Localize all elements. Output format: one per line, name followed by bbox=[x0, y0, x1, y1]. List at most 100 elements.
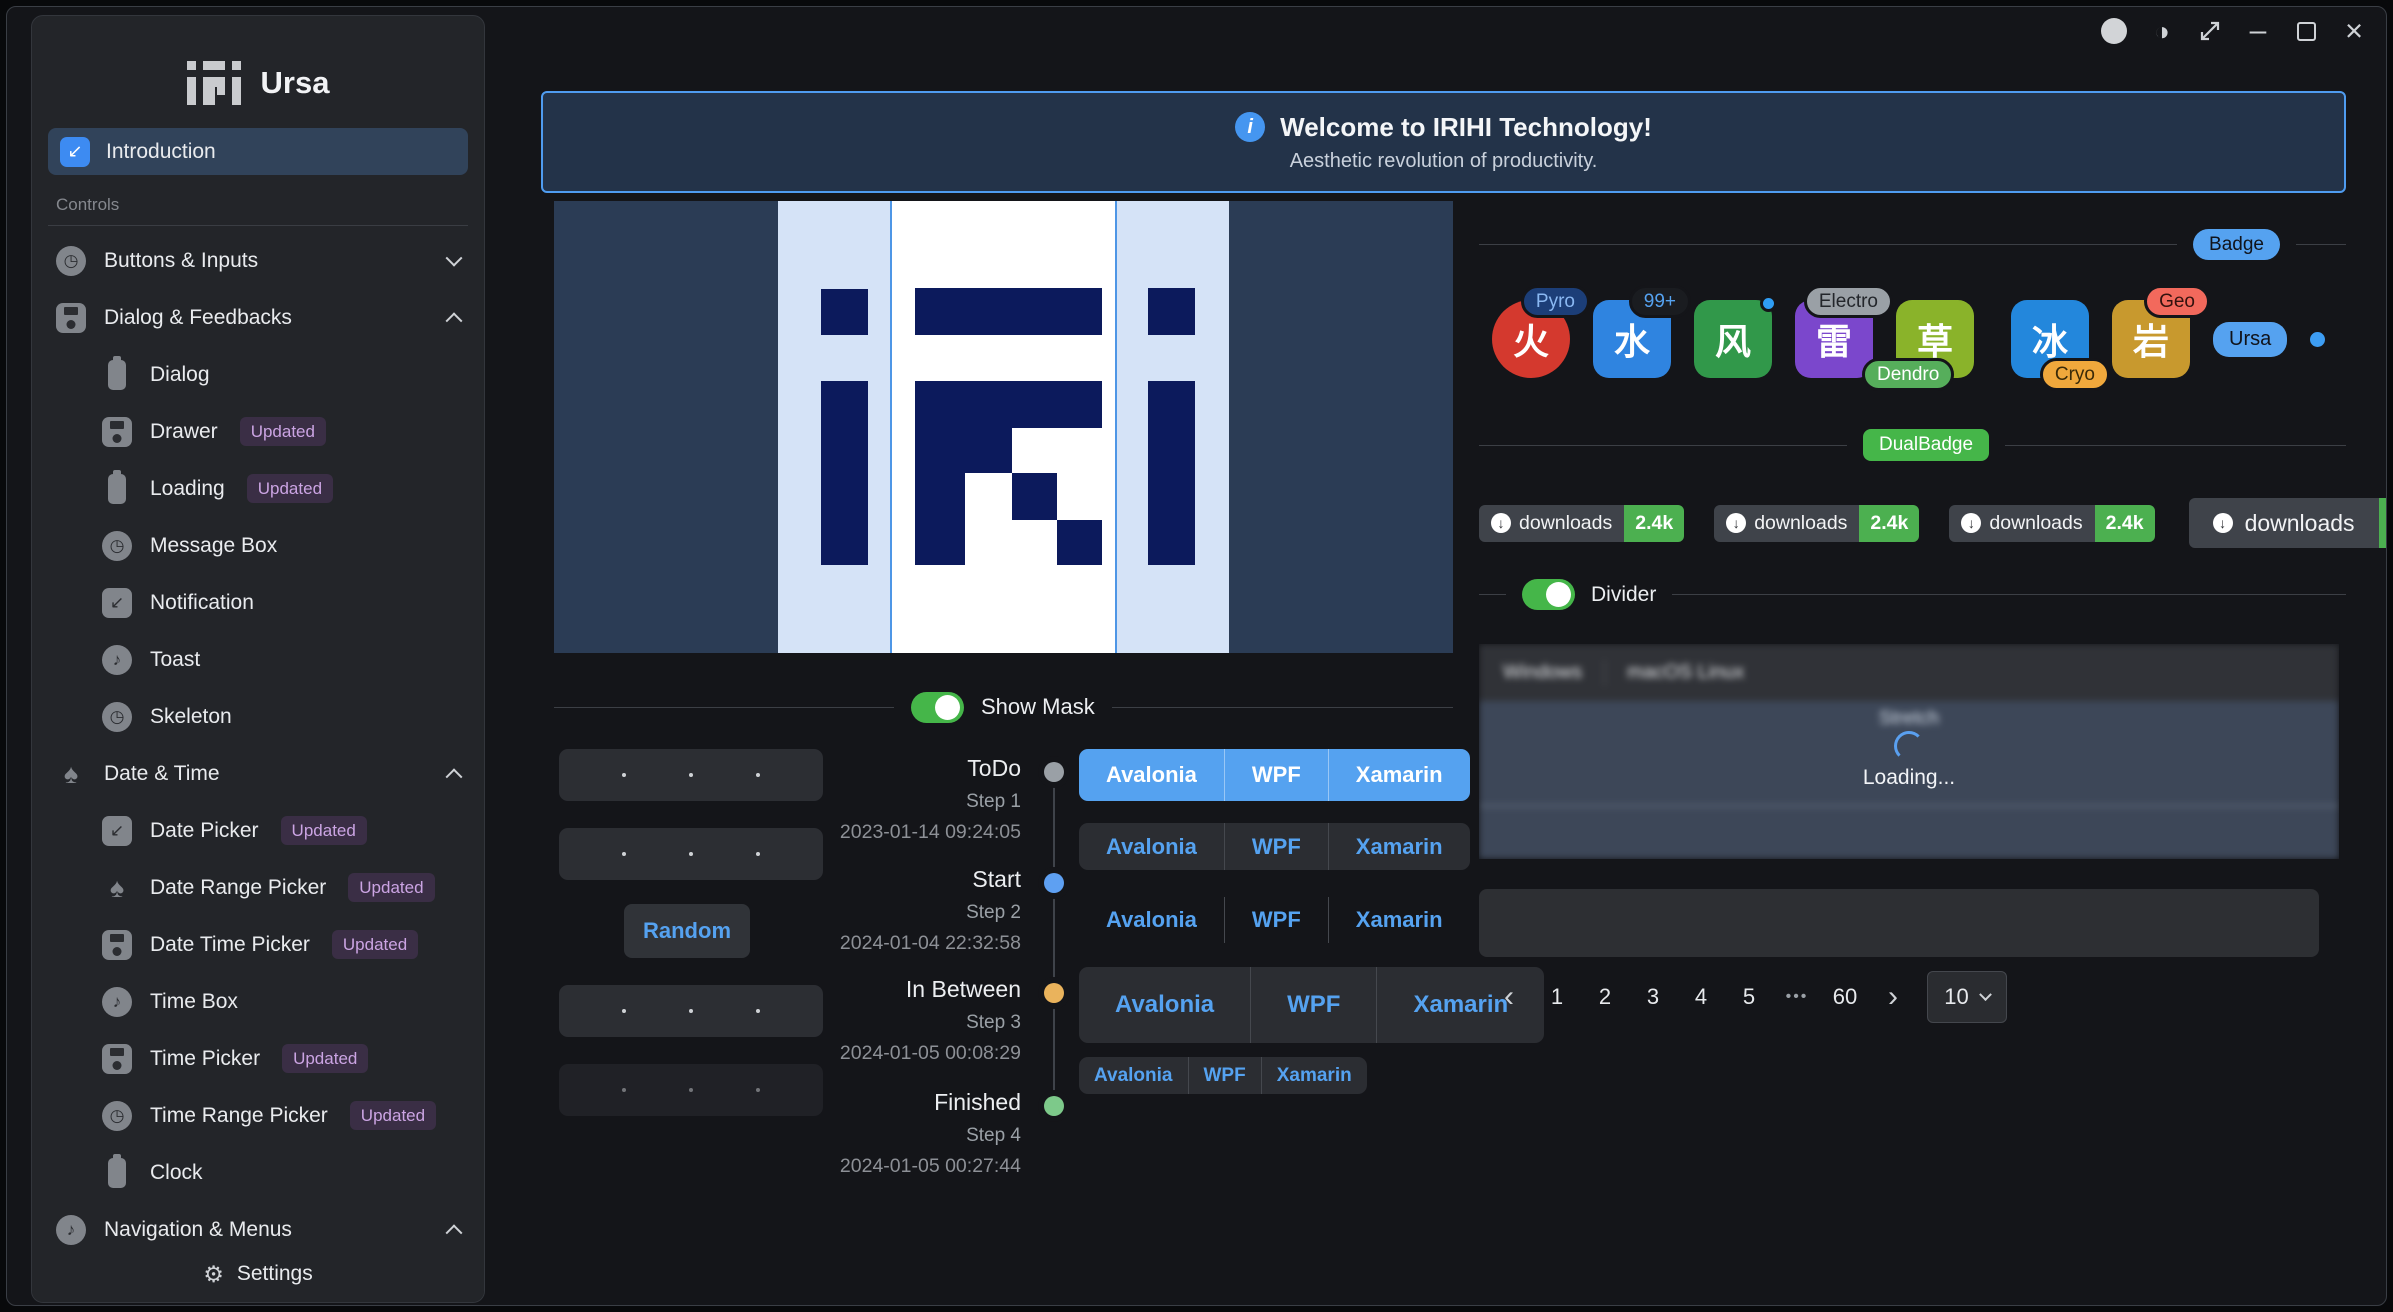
option-avalonia[interactable]: Avalonia bbox=[1079, 823, 1224, 870]
selection-group-dark: Avalonia WPF Xamarin bbox=[1079, 823, 1470, 870]
sidebar-item-date-time-picker[interactable]: Date Time Picker Updated bbox=[46, 916, 470, 973]
sidebar-item-date-range-picker[interactable]: ♠ Date Range Picker Updated bbox=[46, 859, 470, 916]
app-window: ◑ – × Ursa ↙ Introduction Controls ◷ bbox=[6, 6, 2387, 1306]
download-icon: ↓ bbox=[2213, 513, 2233, 533]
sidebar-item-skeleton[interactable]: ◷ Skeleton bbox=[46, 688, 470, 745]
note-icon: ♪ bbox=[102, 987, 132, 1017]
tab-body-label: Stretch bbox=[1479, 708, 2339, 730]
option-wpf[interactable]: WPF bbox=[1250, 967, 1376, 1043]
fullscreen-button[interactable] bbox=[2186, 9, 2234, 53]
page-button-last[interactable]: 60 bbox=[1821, 973, 1869, 1021]
minimize-button[interactable]: – bbox=[2234, 9, 2282, 53]
option-xamarin[interactable]: Xamarin bbox=[1261, 1057, 1367, 1094]
tab-windows[interactable]: Windows bbox=[1495, 661, 1590, 684]
badge-overlay: Dendro bbox=[1862, 358, 1954, 391]
settings-button[interactable]: ⚙ Settings bbox=[32, 1246, 484, 1302]
selection-group-small: Avalonia WPF Xamarin bbox=[1079, 1057, 1367, 1094]
sidebar-item-introduction[interactable]: ↙ Introduction bbox=[48, 128, 468, 175]
badge-overlay: Pyro bbox=[1521, 285, 1590, 318]
downloads-badge: ↓downloads 2.4k bbox=[1949, 505, 2154, 542]
sidebar-item-date-picker[interactable]: ↙ Date Picker Updated bbox=[46, 802, 470, 859]
clock-icon: ◷ bbox=[102, 1101, 132, 1131]
badge-dendro: 草 Dendro bbox=[1896, 300, 1974, 378]
option-xamarin[interactable]: Xamarin bbox=[1328, 749, 1470, 801]
maximize-button[interactable] bbox=[2282, 9, 2330, 53]
sidebar-item-drawer[interactable]: Drawer Updated bbox=[46, 403, 470, 460]
download-icon: ↓ bbox=[1726, 513, 1746, 533]
badge-geo: 岩 Geo bbox=[2112, 300, 2190, 378]
option-avalonia[interactable]: Avalonia bbox=[1079, 967, 1250, 1043]
timeline-dot bbox=[1044, 762, 1064, 782]
divider-line bbox=[1112, 707, 1453, 708]
option-avalonia[interactable]: Avalonia bbox=[1079, 1057, 1188, 1094]
sidebar-item-time-box[interactable]: ♪ Time Box bbox=[46, 973, 470, 1030]
divider-demo-row: Divider bbox=[1479, 579, 2346, 610]
app-title: Ursa bbox=[261, 65, 330, 101]
updated-badge: Updated bbox=[281, 816, 367, 845]
badge-electro: 雷 Electro bbox=[1795, 300, 1873, 378]
page-next-button[interactable]: › bbox=[1869, 973, 1917, 1021]
github-icon bbox=[2101, 18, 2127, 44]
downloads-badge: ↓downloads 2.4k bbox=[1714, 505, 1919, 542]
clock-icon: ◷ bbox=[102, 702, 132, 732]
page-ellipsis[interactable]: ••• bbox=[1773, 973, 1821, 1021]
theme-toggle-button[interactable]: ◑ bbox=[2138, 9, 2186, 53]
option-wpf[interactable]: WPF bbox=[1188, 1057, 1261, 1094]
sidebar-item-time-picker[interactable]: Time Picker Updated bbox=[46, 1030, 470, 1087]
divider-label: Divider bbox=[1591, 583, 1656, 607]
badge-overlay: Geo bbox=[2144, 285, 2210, 318]
option-wpf[interactable]: WPF bbox=[1224, 897, 1328, 943]
dual-badges-row: ↓downloads 2.4k ↓downloads 2.4k ↓downloa… bbox=[1479, 496, 2387, 550]
page-size-select[interactable]: 10 bbox=[1927, 971, 2007, 1023]
sidebar-item-time-range-picker[interactable]: ◷ Time Range Picker Updated bbox=[46, 1087, 470, 1144]
badges-row: 火 Pyro 水 99+ 风 雷 Electro 草 Dendro 冰 Cryo… bbox=[1492, 297, 2325, 381]
fullscreen-icon bbox=[2197, 18, 2223, 44]
random-button[interactable]: Random bbox=[624, 904, 750, 958]
option-wpf[interactable]: WPF bbox=[1224, 749, 1328, 801]
option-avalonia[interactable]: Avalonia bbox=[1079, 897, 1224, 943]
info-icon: i bbox=[1235, 112, 1265, 142]
sidebar-item-buttons-inputs[interactable]: ◷ Buttons & Inputs bbox=[46, 232, 470, 289]
empty-input-box[interactable] bbox=[1479, 889, 2319, 957]
option-xamarin[interactable]: Xamarin bbox=[1328, 897, 1470, 943]
timeline-dot bbox=[1044, 983, 1064, 1003]
github-button[interactable] bbox=[2090, 9, 2138, 53]
sidebar-item-dialog[interactable]: Dialog bbox=[46, 346, 470, 403]
timeline-step: Finished Step 4 2024-01-05 00:27:44 bbox=[771, 1087, 1021, 1181]
sidebar-item-loading[interactable]: Loading Updated bbox=[46, 460, 470, 517]
updated-badge: Updated bbox=[247, 474, 333, 503]
download-icon: ↓ bbox=[1961, 513, 1981, 533]
sidebar-item-date-time[interactable]: ♠ Date & Time bbox=[46, 745, 470, 802]
option-wpf[interactable]: WPF bbox=[1224, 823, 1328, 870]
sidebar-item-toast[interactable]: ♪ Toast bbox=[46, 631, 470, 688]
badge-section-label: Badge bbox=[2193, 229, 2280, 260]
close-button[interactable]: × bbox=[2330, 9, 2378, 53]
tab-macos-linux[interactable]: macOS Linux bbox=[1619, 661, 1752, 684]
show-mask-label: Show Mask bbox=[981, 694, 1095, 720]
divider-toggle[interactable] bbox=[1522, 579, 1575, 610]
sidebar-item-notification[interactable]: ↙ Notification bbox=[46, 574, 470, 631]
sidebar-item-dialog-feedbacks[interactable]: Dialog & Feedbacks bbox=[46, 289, 470, 346]
option-avalonia[interactable]: Avalonia bbox=[1079, 749, 1224, 801]
banner-title: Welcome to IRIHI Technology! bbox=[1280, 112, 1652, 143]
option-xamarin[interactable]: Xamarin bbox=[1328, 823, 1470, 870]
battery-icon bbox=[108, 1158, 126, 1188]
page-button-2[interactable]: 2 bbox=[1581, 973, 1629, 1021]
page-button-3[interactable]: 3 bbox=[1629, 973, 1677, 1021]
page-prev-button[interactable]: ‹ bbox=[1485, 973, 1533, 1021]
floppy-icon bbox=[102, 417, 132, 447]
badge-anemo: 风 bbox=[1694, 300, 1772, 378]
updated-badge: Updated bbox=[350, 1101, 436, 1130]
page-button-4[interactable]: 4 bbox=[1677, 973, 1725, 1021]
show-mask-toggle[interactable] bbox=[911, 692, 964, 723]
sidebar-item-clock[interactable]: Clock bbox=[46, 1144, 470, 1201]
divider-line bbox=[554, 707, 894, 708]
sidebar-item-message-box[interactable]: ◷ Message Box bbox=[46, 517, 470, 574]
dot-badge bbox=[1760, 295, 1777, 312]
timeline-dot bbox=[1044, 873, 1064, 893]
selection-group-large: Avalonia WPF Xamarin bbox=[1079, 967, 1544, 1043]
page-button-1[interactable]: 1 bbox=[1533, 973, 1581, 1021]
loading-spinner-icon bbox=[1894, 731, 1924, 761]
badge-cryo: 冰 Cryo bbox=[2011, 300, 2089, 378]
page-button-5[interactable]: 5 bbox=[1725, 973, 1773, 1021]
